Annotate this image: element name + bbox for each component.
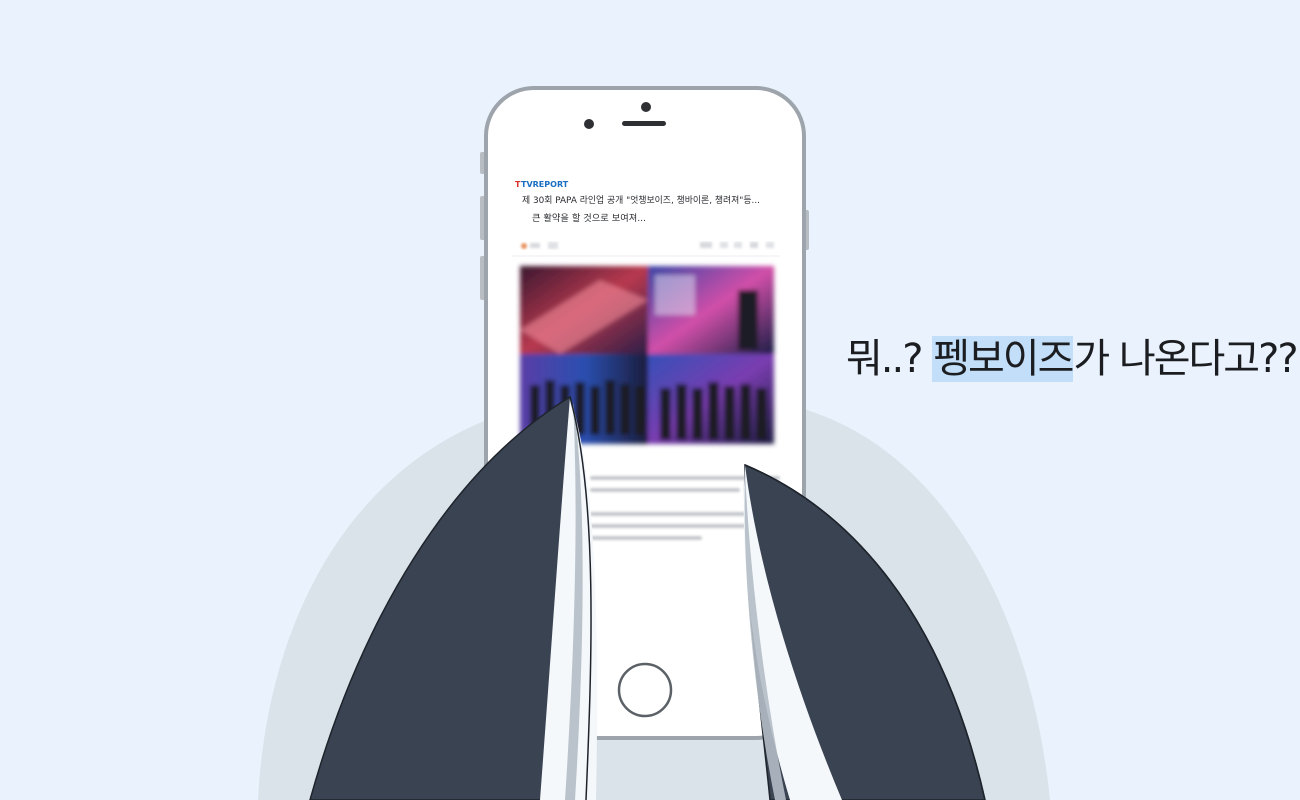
phone-speaker — [622, 121, 666, 126]
article-headline-line1[interactable]: 제 30회 PAPA 라인업 공개 "엇챙보이즈, 챙바이론, 챙려져"등... — [522, 195, 760, 206]
caption-text: 뭐..? 펭보이즈가 나온다고?? — [846, 326, 1299, 384]
caption-suffix: 가 나온다고?? — [1073, 336, 1298, 382]
phone-sensor — [584, 119, 594, 129]
tvreport-logo: T TVREPORT — [515, 180, 569, 189]
caption-prefix: 뭐..? — [846, 336, 933, 382]
svg-text:TVREPORT: TVREPORT — [521, 180, 569, 189]
article-headline-line2[interactable]: 큰 활약을 할 것으로 보여져... — [532, 212, 646, 224]
home-button[interactable] — [617, 662, 673, 718]
illustration-scene: T TVREPORT 제 30회 PAPA 라인업 공개 "엇챙보이즈, 챙바이… — [258, 86, 1050, 800]
phone-camera — [641, 102, 651, 112]
caption-highlight: 펭보이즈 — [932, 336, 1074, 382]
